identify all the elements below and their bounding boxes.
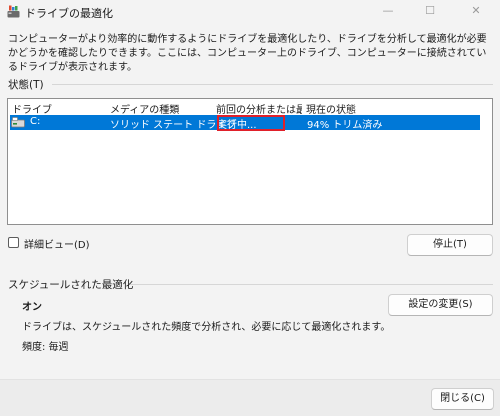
schedule-frequency: 頻度: 毎週 [22,342,69,353]
maximize-button[interactable]: ☐ [409,0,451,24]
status-divider [52,84,493,85]
defrag-app-icon [7,5,20,18]
column-header-current-status[interactable]: 現在の状態 [306,101,406,115]
close-button[interactable]: 閉じる(C) [431,388,494,410]
schedule-state: オン [22,302,42,313]
column-header-media-type[interactable]: メディアの種類 [110,101,210,115]
change-settings-button[interactable]: 設定の変更(S) [388,294,493,316]
minimize-button[interactable]: — [367,0,409,24]
description-text: コンピューターがより効率的に動作するようにドライブを最適化したり、ドライブを分析… [8,34,487,73]
highlight-annotation [217,115,285,131]
title-bar: ドライブの最適化 — ☐ ✕ [0,0,500,26]
schedule-info: ドライブは、スケジュールされた頻度で分析され、必要に応じて最適化されます。 [22,322,391,333]
status-section-header: 状態(T) [8,79,44,91]
current-status-value: 94% トリム済み [307,120,383,131]
stop-button[interactable]: 停止(T) [407,234,493,256]
column-header-drive[interactable]: ドライブ [12,101,108,115]
details-view-label[interactable]: 詳細ビュー(D) [24,236,90,251]
drive-letter: C: [30,116,41,127]
drive-icon [11,117,25,128]
schedule-divider [130,284,493,285]
close-window-button[interactable]: ✕ [455,0,497,24]
drive-list[interactable]: ドライブ メディアの種類 前回の分析または最... 現在の状態 C: ソリッド … [7,98,493,225]
details-view-checkbox[interactable] [8,237,19,248]
column-header-last-run[interactable]: 前回の分析または最... [216,101,302,115]
footer-bar [0,379,500,416]
window-title: ドライブの最適化 [25,7,113,20]
schedule-section-header: スケジュールされた最適化 [8,279,134,291]
